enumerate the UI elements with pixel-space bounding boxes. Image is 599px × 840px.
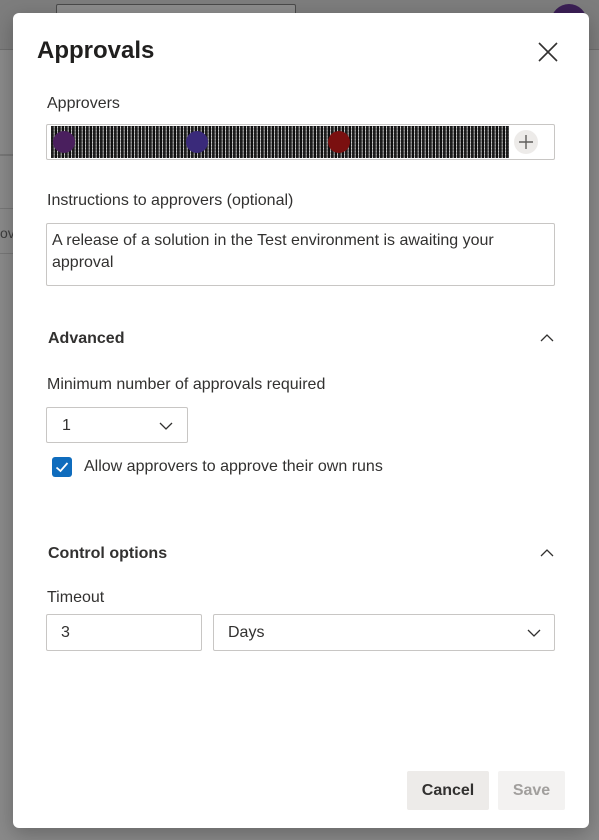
min-approvals-dropdown[interactable]: 1	[46, 407, 188, 443]
control-options-section-title: Control options	[48, 545, 168, 562]
close-icon	[538, 42, 558, 62]
dialog-title: Approvals	[37, 37, 155, 64]
approvers-list-redacted	[51, 126, 509, 158]
close-button[interactable]	[535, 39, 561, 65]
timeout-label: Timeout	[47, 589, 105, 606]
allow-self-approve-label: Allow approvers to approve their own run…	[84, 458, 383, 475]
timeout-input[interactable]: 3	[46, 614, 202, 651]
approver-avatar	[53, 131, 75, 153]
chevron-down-icon	[159, 422, 173, 430]
background-divider	[0, 154, 14, 156]
timeout-unit-dropdown[interactable]: Days	[213, 614, 555, 651]
approver-avatar	[328, 131, 350, 153]
chevron-up-icon[interactable]	[539, 330, 555, 346]
chevron-up-icon[interactable]	[539, 545, 555, 561]
timeout-unit-value: Days	[228, 624, 265, 641]
instructions-label: Instructions to approvers (optional)	[47, 192, 294, 209]
plus-icon	[519, 135, 533, 149]
cancel-button[interactable]: Cancel	[407, 771, 489, 810]
instructions-textarea[interactable]: A release of a solution in the Test envi…	[46, 223, 555, 286]
chevron-down-icon	[527, 629, 541, 637]
approvals-dialog: Approvals Approvers Instructions to appr…	[13, 13, 589, 828]
add-approver-button[interactable]	[514, 130, 538, 154]
min-approvals-value: 1	[62, 417, 71, 434]
checkmark-icon	[55, 462, 69, 473]
approver-avatar	[186, 131, 208, 153]
advanced-section-title: Advanced	[48, 330, 125, 347]
save-button[interactable]: Save	[498, 771, 565, 810]
approvers-picker[interactable]	[46, 124, 555, 160]
allow-self-approve-checkbox[interactable]	[52, 457, 72, 477]
approvers-label: Approvers	[47, 95, 120, 112]
min-approvals-label: Minimum number of approvals required	[47, 376, 326, 393]
